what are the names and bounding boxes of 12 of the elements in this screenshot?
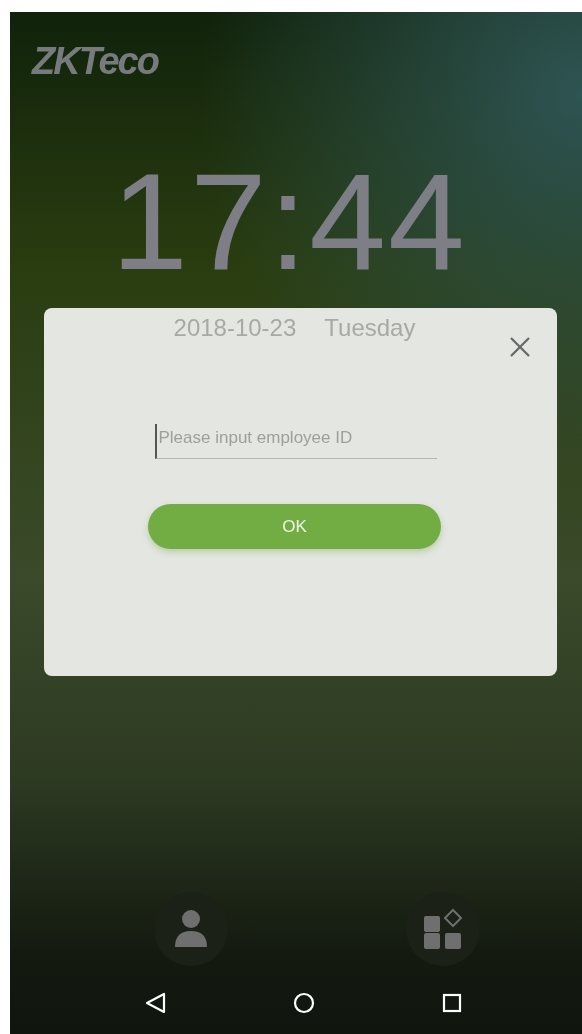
- close-icon[interactable]: [509, 336, 531, 358]
- clock-date: 2018-10-23: [173, 314, 297, 342]
- brand-logo: ZKTeco: [32, 42, 158, 80]
- home-icon[interactable]: [292, 992, 315, 1014]
- grid-icon: [422, 908, 464, 950]
- employee-id-field[interactable]: Please input employee ID: [154, 424, 437, 459]
- recents-icon[interactable]: [441, 992, 463, 1014]
- clock-time: 17:44: [111, 152, 467, 290]
- person-icon: [173, 909, 209, 949]
- clock-weekday: Tuesday: [324, 314, 416, 342]
- back-icon[interactable]: [144, 992, 166, 1014]
- ok-button[interactable]: OK: [148, 504, 441, 549]
